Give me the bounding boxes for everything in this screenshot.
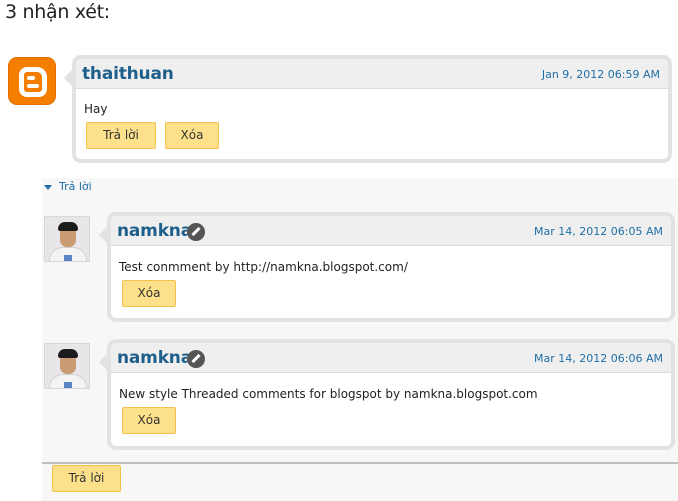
reply-header: namkna Mar 14, 2012 06:06 AM: [111, 343, 671, 373]
reply-timestamp-link[interactable]: Mar 14, 2012 06:06 AM: [534, 352, 663, 365]
delete-button[interactable]: Xóa: [122, 280, 176, 307]
delete-button[interactable]: Xóa: [122, 407, 176, 434]
reply-button[interactable]: Trả lời: [86, 122, 156, 149]
reply-card: namkna Mar 14, 2012 06:06 AM New style T…: [99, 339, 675, 450]
reply-body: New style Threaded comments for blogspot…: [119, 387, 538, 401]
avatar[interactable]: [44, 216, 90, 262]
reply-timestamp-link[interactable]: Mar 14, 2012 06:05 AM: [534, 225, 663, 238]
comment-timestamp-link[interactable]: Jan 9, 2012 06:59 AM: [542, 68, 660, 81]
thread-reply-button[interactable]: Trả lời: [52, 465, 121, 492]
reply-body: Test conmment by http://namkna.blogspot.…: [119, 260, 408, 274]
comment-header: thaithuan Jan 9, 2012 06:59 AM: [76, 59, 668, 89]
reply-header: namkna Mar 14, 2012 06:05 AM: [111, 216, 671, 246]
reply-author-link[interactable]: namkna: [117, 221, 192, 241]
comment-author-link[interactable]: thaithuan: [82, 64, 174, 84]
comments-count-heading: 3 nhận xét:: [5, 1, 110, 23]
replies-toggle-label: Trả lời: [59, 180, 92, 193]
avatar[interactable]: [44, 343, 90, 389]
blogger-logo-icon[interactable]: [8, 57, 56, 105]
thread-divider: [42, 462, 678, 464]
delete-button[interactable]: Xóa: [165, 122, 219, 149]
reply-author-link[interactable]: namkna: [117, 348, 192, 368]
comment-body: Hay: [84, 102, 108, 116]
reply-card: namkna Mar 14, 2012 06:05 AM Test conmme…: [99, 212, 675, 322]
pencil-icon[interactable]: [187, 223, 205, 241]
pencil-icon[interactable]: [187, 350, 205, 368]
comment-card: thaithuan Jan 9, 2012 06:59 AM Hay Trả l…: [64, 55, 672, 163]
comments-section: 3 nhận xét: thaithuan Jan 9, 2012 06:59 …: [0, 0, 678, 501]
triangle-down-icon: [44, 185, 52, 190]
